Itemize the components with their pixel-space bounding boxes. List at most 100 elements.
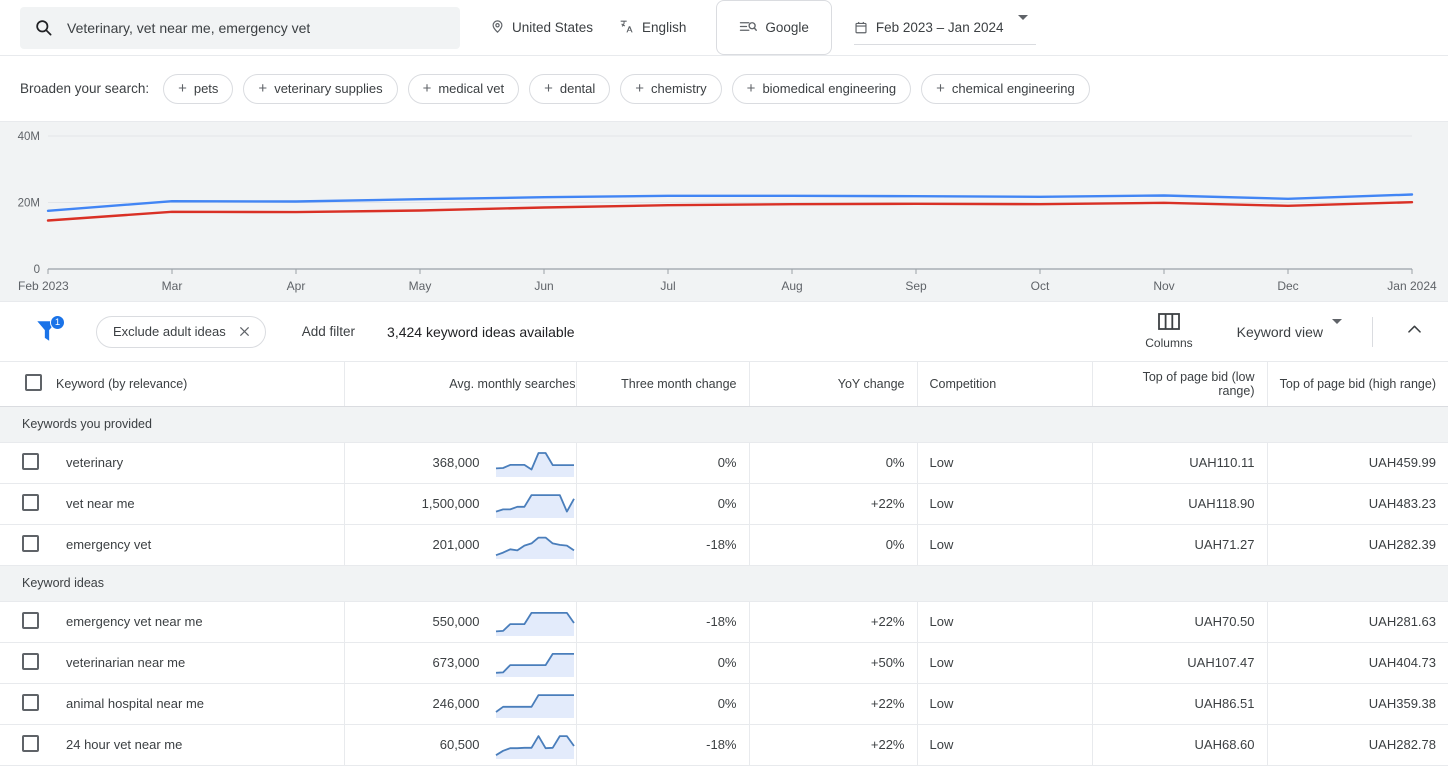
avg-searches-wrapper: 60,500 xyxy=(357,729,576,761)
table-row[interactable]: animal hospital near me 246,000 0% +22% Low U… xyxy=(0,683,1448,725)
broaden-chip-veterinary-supplies[interactable]: + veterinary supplies xyxy=(243,73,398,104)
cell-yoy-change: +22% xyxy=(748,683,917,725)
location-selector[interactable]: United States xyxy=(490,19,593,37)
cell-bid-high: UAH281.63 xyxy=(1266,601,1448,643)
broaden-chip-chemical-engineering[interactable]: + chemical engineering xyxy=(921,73,1090,104)
row-checkbox[interactable] xyxy=(22,734,39,752)
x-axis-tick-label: Oct xyxy=(1031,279,1050,293)
collapse-chart-button[interactable] xyxy=(1395,316,1434,348)
cell-keyword[interactable]: veterinarian near me xyxy=(44,642,344,684)
broaden-chip-label: pets xyxy=(193,81,219,96)
columns-button[interactable]: Columns xyxy=(1135,313,1202,350)
cell-keyword[interactable]: emergency vet near me xyxy=(44,601,344,643)
select-all-checkbox[interactable] xyxy=(24,373,42,391)
avg-searches-value: 246,000 xyxy=(432,696,480,711)
table-row[interactable]: 24 hour vet near me 60,500 -18% +22% Low UAH6… xyxy=(0,724,1448,766)
plus-icon: + xyxy=(422,80,432,97)
cell-three-month-change: 0% xyxy=(575,483,749,525)
keyword-view-selector[interactable]: Keyword view xyxy=(1237,318,1342,340)
column-header-competition[interactable]: Competition xyxy=(916,362,1092,407)
sparkline xyxy=(495,734,575,759)
top-toolbar: Veterinary, vet near me, emergency vet U… xyxy=(0,0,1448,56)
column-header-keyword[interactable]: Keyword (by relevance) xyxy=(44,362,344,407)
filter-funnel-button[interactable]: 1 xyxy=(34,314,68,349)
x-axis-tick-label: May xyxy=(409,279,432,293)
row-checkbox-cell xyxy=(0,483,44,525)
location-pin-icon xyxy=(490,19,505,37)
avg-searches-wrapper: 550,000 xyxy=(357,606,576,638)
date-range-label: Feb 2023 – Jan 2024 xyxy=(875,19,1004,35)
table-row[interactable]: emergency vet near me 550,000 -18% +22% Low U… xyxy=(0,601,1448,643)
chevron-up-icon xyxy=(1405,320,1424,344)
close-icon[interactable] xyxy=(238,325,251,338)
y-axis-tick-label: 0 xyxy=(34,264,40,276)
row-checkbox[interactable] xyxy=(22,452,39,470)
cell-keyword[interactable]: emergency vet xyxy=(44,524,344,566)
cell-keyword[interactable]: vet near me xyxy=(44,483,344,525)
cell-competition: Low xyxy=(916,642,1092,684)
column-header-avg-monthly-searches[interactable]: Avg. monthly searches xyxy=(343,362,576,407)
row-checkbox[interactable] xyxy=(22,611,39,629)
sparkline xyxy=(495,451,574,477)
table-header: Keyword (by relevance) Avg. monthly sear… xyxy=(0,362,1448,407)
table-group-title: Keywords you provided xyxy=(0,406,1448,443)
table-row[interactable]: vet near me 1,500,000 0% +22% Low UAH118.90 UA… xyxy=(0,483,1448,525)
cell-bid-low: UAH68.60 xyxy=(1091,724,1267,766)
chevron-down-icon[interactable] xyxy=(1017,14,1028,35)
search-engine-selector[interactable]: Google xyxy=(716,0,832,55)
broaden-chip-label: dental xyxy=(559,81,596,96)
plus-icon: + xyxy=(544,80,553,97)
cell-avg-monthly-searches: 673,000 xyxy=(343,642,576,684)
avg-searches-value: 550,000 xyxy=(432,614,480,629)
select-all-header xyxy=(0,362,44,407)
cell-keyword[interactable]: 24 hour vet near me xyxy=(44,724,344,766)
table-row[interactable]: emergency vet 201,000 -18% 0% Low UAH71.27 UAH… xyxy=(0,524,1448,566)
row-checkbox[interactable] xyxy=(22,493,39,511)
cell-keyword[interactable]: animal hospital near me xyxy=(44,683,344,725)
keyword-label: veterinarian near me xyxy=(66,655,186,670)
column-header-yoy-change[interactable]: YoY change xyxy=(748,362,917,407)
row-checkbox[interactable] xyxy=(22,652,39,670)
avg-searches-wrapper: 673,000 xyxy=(357,647,576,679)
column-header-three-month-change[interactable]: Three month change xyxy=(575,362,749,407)
language-selector[interactable]: English xyxy=(619,18,686,37)
broaden-chip-list: + pets + veterinary supplies + medical vet + de… xyxy=(163,73,1100,104)
column-header-bid-low[interactable]: Top of page bid (low range) xyxy=(1091,362,1267,407)
table-row[interactable]: veterinarian near me 673,000 0% +50% Low UAH1… xyxy=(0,642,1448,684)
avg-searches-wrapper: 246,000 xyxy=(357,688,576,720)
filter-funnel-icon xyxy=(34,320,60,349)
broaden-chip-biomedical-engineering[interactable]: + biomedical engineering xyxy=(731,73,912,104)
broaden-chip-label: veterinary supplies xyxy=(274,81,383,96)
cell-three-month-change: -18% xyxy=(575,601,749,643)
add-filter-button[interactable]: Add filter xyxy=(302,324,355,339)
cell-bid-low: UAH70.50 xyxy=(1091,601,1267,643)
chart-svg: 0 20M 40M Feb 2023 Mar Apr May Jun Jul Aug Sep Oct N… xyxy=(18,131,1437,293)
row-checkbox-cell xyxy=(0,524,44,566)
cell-competition: Low xyxy=(916,483,1092,525)
table-row[interactable]: veterinary 368,000 0% 0% Low UAH110.11 UAH459.… xyxy=(0,442,1448,484)
cell-yoy-change: 0% xyxy=(748,442,917,484)
broaden-chip-chemistry[interactable]: + chemistry xyxy=(620,73,722,104)
broaden-chip-pets[interactable]: + pets xyxy=(163,73,234,104)
cell-bid-low: UAH110.11 xyxy=(1091,442,1267,484)
cell-keyword[interactable]: veterinary xyxy=(44,442,344,484)
date-range-selector[interactable]: Feb 2023 – Jan 2024 xyxy=(853,11,1036,45)
plus-icon: + xyxy=(746,80,756,97)
sparkline xyxy=(495,611,575,636)
keyword-label: animal hospital near me xyxy=(66,696,205,711)
broaden-chip-dental[interactable]: + dental xyxy=(529,73,611,104)
x-axis-tick-label: Dec xyxy=(1277,279,1298,293)
search-input[interactable]: Veterinary, vet near me, emergency vet xyxy=(20,6,460,49)
broaden-chip-medical-vet[interactable]: + medical vet xyxy=(407,73,520,104)
row-checkbox[interactable] xyxy=(22,693,39,711)
column-header-bid-high[interactable]: Top of page bid (high range) xyxy=(1266,362,1448,407)
filter-count-badge: 1 xyxy=(50,314,65,330)
cell-avg-monthly-searches: 1,500,000 xyxy=(343,483,576,525)
plus-icon: + xyxy=(178,80,187,97)
active-filter-chip[interactable]: Exclude adult ideas xyxy=(96,315,266,348)
filter-toolbar: 1 Exclude adult ideas Add filter 3,424 k… xyxy=(0,302,1448,362)
language-label: English xyxy=(642,20,687,35)
x-axis-tick-label: Jul xyxy=(660,279,675,293)
row-checkbox[interactable] xyxy=(22,534,39,552)
cell-bid-low: UAH107.47 xyxy=(1091,642,1267,684)
